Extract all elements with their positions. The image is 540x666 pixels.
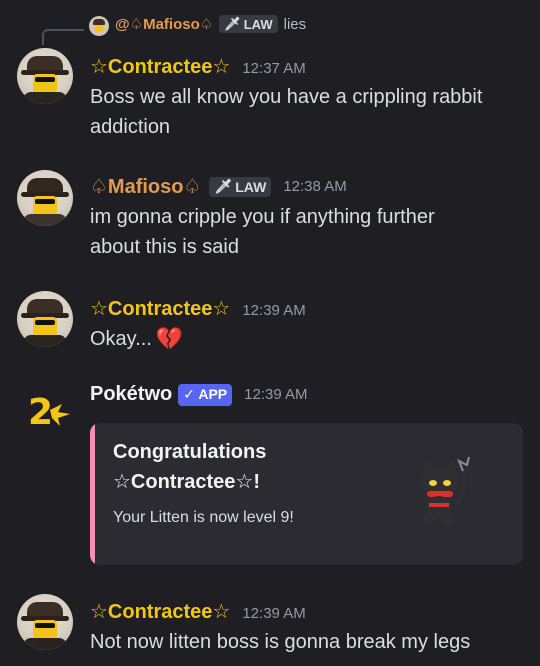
message-content: im gonna cripple you if anything further… <box>90 202 435 262</box>
message-line: about this is said <box>90 236 239 258</box>
message-line: Boss we all know you have a crippling ra… <box>90 86 483 108</box>
poketwo-logo-icon[interactable]: 2 <box>28 388 74 433</box>
message-header: Pokétwo ✓ APP 12:39 AM <box>90 383 308 406</box>
avatar[interactable] <box>17 594 73 650</box>
reply-tag-label: LAW <box>243 16 273 32</box>
avatar[interactable] <box>17 291 73 347</box>
message-text: Okay... <box>90 328 152 350</box>
message-content: Not now litten boss is gonna break my le… <box>90 631 471 653</box>
message-content: Boss we all know you have a crippling ra… <box>90 82 482 142</box>
litten-sprite <box>415 453 475 529</box>
username[interactable]: ☆Contractee☆ <box>90 296 230 321</box>
username[interactable]: ☆Contractee☆ <box>90 54 230 79</box>
message-header: ♤Mafioso♤ 🗡 LAW 12:38 AM <box>90 174 347 199</box>
message-line: im gonna cripple you if anything further <box>90 206 435 228</box>
message-header: ☆Contractee☆ 12:39 AM <box>90 296 306 321</box>
reply-preview[interactable]: @♤Mafioso♤ 🗡 LAW lies <box>115 15 306 33</box>
avatar[interactable] <box>17 48 73 104</box>
timestamp: 12:38 AM <box>283 178 347 195</box>
reply-avatar[interactable] <box>89 16 109 36</box>
embed-description: Your Litten is now level 9! <box>113 509 294 526</box>
level-up-embed: Congratulations ☆Contractee☆! Your Litte… <box>90 423 523 565</box>
reply-author[interactable]: @♤Mafioso♤ <box>115 15 213 33</box>
message-header: ☆Contractee☆ 12:39 AM <box>90 599 306 624</box>
username[interactable]: ☆Contractee☆ <box>90 599 230 624</box>
reply-role-tag: 🗡 LAW <box>219 15 278 33</box>
avatar[interactable] <box>17 170 73 226</box>
bot-username[interactable]: Pokétwo <box>90 383 172 406</box>
broken-heart-emoji: 💔 <box>155 326 184 351</box>
sword-icon: 🗡 <box>214 178 233 194</box>
embed-title: Congratulations ☆Contractee☆! <box>113 437 266 497</box>
embed-title-line: ☆Contractee☆! <box>113 471 260 493</box>
role-tag: 🗡 LAW <box>209 176 272 197</box>
reply-connector <box>42 29 84 45</box>
timestamp: 12:39 AM <box>244 386 308 403</box>
username[interactable]: ♤Mafioso♤ <box>90 174 201 199</box>
timestamp: 12:39 AM <box>242 302 306 319</box>
embed-title-line: Congratulations <box>113 441 267 463</box>
message-content: Okay... 💔 <box>90 324 183 354</box>
message-line: addiction <box>90 116 171 138</box>
embed-accent-bar <box>90 423 95 565</box>
message-header: ☆Contractee☆ 12:37 AM <box>90 54 306 79</box>
timestamp: 12:37 AM <box>242 60 306 77</box>
timestamp: 12:39 AM <box>242 605 306 622</box>
svg-text:2: 2 <box>28 392 53 432</box>
reply-text: lies <box>283 15 307 33</box>
app-badge: ✓ APP <box>178 383 233 406</box>
sword-icon: 🗡 <box>224 16 241 31</box>
role-tag-label: LAW <box>235 178 267 195</box>
